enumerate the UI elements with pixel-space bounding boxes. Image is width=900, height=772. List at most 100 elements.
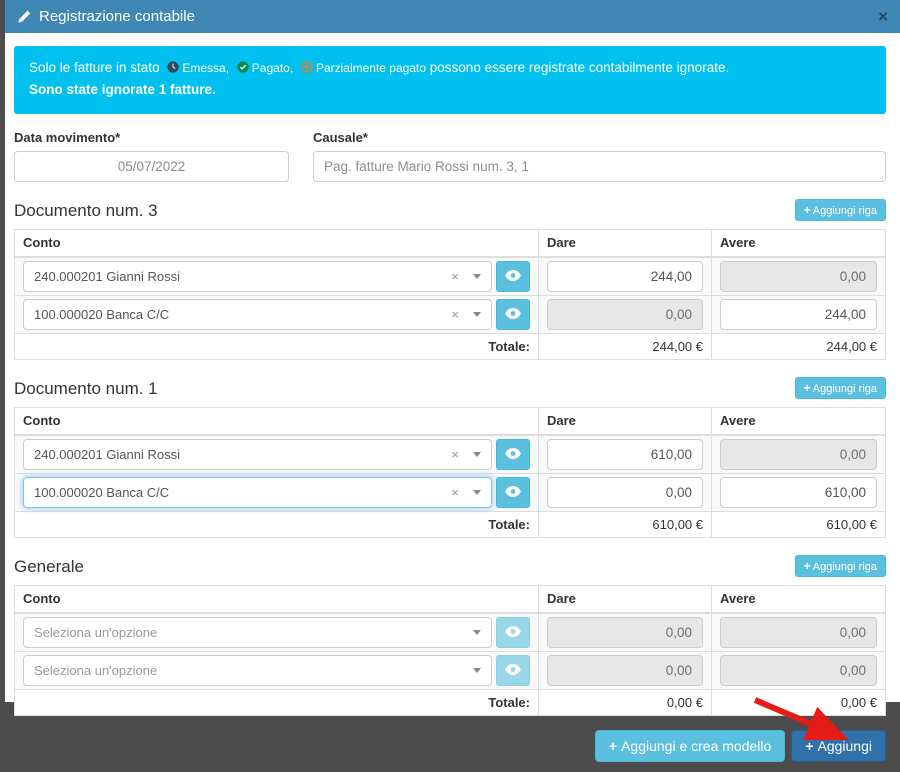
- chevron-down-icon: [473, 452, 481, 457]
- conto-select[interactable]: Seleziona un'opzione: [23, 655, 492, 686]
- dare-input[interactable]: [547, 439, 703, 470]
- avere-input[interactable]: [720, 299, 877, 330]
- data-movimento-label: Data movimento*: [14, 130, 289, 145]
- view-account-button[interactable]: [496, 477, 530, 508]
- total-avere: 0,00 €: [712, 689, 886, 715]
- total-label: Totale:: [15, 511, 539, 537]
- total-label: Totale:: [15, 333, 539, 359]
- plus-icon: +: [805, 738, 813, 754]
- chevron-down-icon: [473, 668, 481, 673]
- plus-icon: +: [609, 738, 617, 754]
- column-header-dare: Dare: [539, 229, 712, 257]
- total-label: Totale:: [15, 689, 539, 715]
- clear-selection-icon[interactable]: ×: [451, 307, 459, 322]
- view-account-button: [496, 617, 530, 648]
- avere-input[interactable]: [720, 477, 877, 508]
- total-dare: 610,00 €: [539, 511, 712, 537]
- alert-line2: Sono state ignorate 1 fatture.: [29, 79, 871, 101]
- registrazione-contabile-modal: Registrazione contabile × Solo le fattur…: [5, 0, 900, 702]
- column-header-conto: Conto: [15, 585, 539, 613]
- clear-selection-icon[interactable]: ×: [451, 447, 459, 462]
- section-documento-num-1: Documento num. 1 +Aggiungi riga Conto Da…: [14, 377, 886, 538]
- eye-icon: [505, 625, 521, 640]
- section-title: Documento num. 1: [14, 379, 158, 399]
- status-parzialmente-pagato: Parzialmente pagato: [297, 61, 426, 75]
- column-header-dare: Dare: [539, 585, 712, 613]
- plus-icon: +: [804, 203, 811, 217]
- dare-input: [547, 299, 703, 330]
- add-row-button[interactable]: +Aggiungi riga: [795, 199, 886, 221]
- section-title: Generale: [14, 557, 84, 577]
- column-header-conto: Conto: [15, 229, 539, 257]
- conto-select[interactable]: 240.000201 Gianni Rossi ×: [23, 261, 492, 292]
- total-row: Totale: 0,00 € 0,00 €: [15, 689, 886, 715]
- status-pagato: Pagato,: [233, 61, 293, 75]
- add-row-button[interactable]: +Aggiungi riga: [795, 377, 886, 399]
- table-row: 240.000201 Gianni Rossi ×: [15, 435, 886, 474]
- table-row: Seleziona un'opzione: [15, 613, 886, 652]
- causale-input[interactable]: [313, 151, 886, 182]
- info-alert: Solo le fatture in stato Emessa, Pagato,…: [14, 46, 886, 114]
- clock-icon: [167, 60, 179, 72]
- conto-select[interactable]: 240.000201 Gianni Rossi ×: [23, 439, 492, 470]
- view-account-button[interactable]: [496, 299, 530, 330]
- eye-icon: [505, 663, 521, 678]
- clear-selection-icon[interactable]: ×: [451, 485, 459, 500]
- accounting-table: Conto Dare Avere 240.000201 Gianni Rossi…: [14, 407, 886, 538]
- aggiungi-e-crea-modello-button[interactable]: +Aggiungi e crea modello: [595, 730, 785, 762]
- close-icon[interactable]: ×: [878, 8, 888, 25]
- section-title: Documento num. 3: [14, 201, 158, 221]
- table-row: 100.000020 Banca C/C ×: [15, 473, 886, 511]
- avere-input: [720, 655, 877, 686]
- view-account-button: [496, 655, 530, 686]
- data-movimento-input[interactable]: [14, 151, 289, 182]
- total-dare: 0,00 €: [539, 689, 712, 715]
- column-header-avere: Avere: [712, 229, 886, 257]
- avere-input: [720, 439, 877, 470]
- conto-select[interactable]: Seleziona un'opzione: [23, 617, 492, 648]
- chevron-down-icon: [473, 490, 481, 495]
- clear-selection-icon[interactable]: ×: [451, 269, 459, 284]
- total-row: Totale: 244,00 € 244,00 €: [15, 333, 886, 359]
- view-account-button[interactable]: [496, 439, 530, 470]
- eye-icon: [505, 269, 521, 284]
- total-avere: 244,00 €: [712, 333, 886, 359]
- plus-icon: +: [804, 559, 811, 573]
- add-row-button[interactable]: +Aggiungi riga: [795, 555, 886, 577]
- dare-input: [547, 617, 703, 648]
- column-header-conto: Conto: [15, 407, 539, 435]
- eye-icon: [505, 307, 521, 322]
- section-generale: Generale +Aggiungi riga Conto Dare Avere…: [14, 555, 886, 716]
- table-row: 100.000020 Banca C/C ×: [15, 295, 886, 333]
- avere-input: [720, 261, 877, 292]
- section-documento-num-3: Documento num. 3 +Aggiungi riga Conto Da…: [14, 199, 886, 360]
- column-header-avere: Avere: [712, 407, 886, 435]
- total-avere: 610,00 €: [712, 511, 886, 537]
- dot-circle-icon: [301, 60, 313, 72]
- plus-icon: +: [804, 381, 811, 395]
- eye-icon: [505, 485, 521, 500]
- modal-title: Registrazione contabile: [17, 8, 195, 25]
- total-dare: 244,00 €: [539, 333, 712, 359]
- chevron-down-icon: [473, 630, 481, 635]
- table-row: 240.000201 Gianni Rossi ×: [15, 257, 886, 296]
- table-row: Seleziona un'opzione: [15, 651, 886, 689]
- chevron-down-icon: [473, 312, 481, 317]
- chevron-down-icon: [473, 274, 481, 279]
- avere-input: [720, 617, 877, 648]
- aggiungi-button[interactable]: +Aggiungi: [791, 730, 886, 762]
- dare-input[interactable]: [547, 477, 703, 508]
- check-circle-icon: [237, 60, 249, 72]
- conto-select[interactable]: 100.000020 Banca C/C ×: [23, 299, 492, 330]
- status-emessa: Emessa,: [163, 61, 229, 75]
- conto-select[interactable]: 100.000020 Banca C/C ×: [23, 477, 492, 508]
- causale-label: Causale*: [313, 130, 886, 145]
- view-account-button[interactable]: [496, 261, 530, 292]
- accounting-table: Conto Dare Avere Seleziona un'opzione: [14, 585, 886, 716]
- modal-title-text: Registrazione contabile: [39, 8, 195, 25]
- accounting-table: Conto Dare Avere 240.000201 Gianni Rossi…: [14, 229, 886, 360]
- dare-input[interactable]: [547, 261, 703, 292]
- eye-icon: [505, 447, 521, 462]
- pencil-icon: [17, 10, 31, 24]
- total-row: Totale: 610,00 € 610,00 €: [15, 511, 886, 537]
